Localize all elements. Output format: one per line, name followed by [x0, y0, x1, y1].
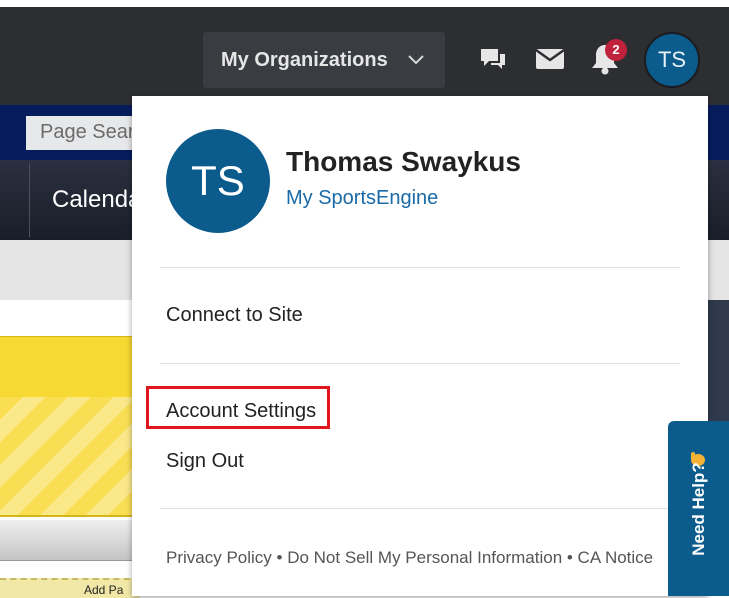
- user-name: Thomas Swaykus: [286, 146, 521, 177]
- add-page-element-label[interactable]: Add Pa: [84, 583, 132, 597]
- sign-out-link[interactable]: Sign Out: [166, 450, 244, 473]
- nav-tab-calendar[interactable]: Calenda: [52, 186, 132, 214]
- my-organizations-button[interactable]: My Organizations: [203, 32, 445, 88]
- notification-badge: 2: [605, 39, 627, 61]
- org-button-label: My Organizations: [221, 48, 388, 71]
- menu-divider: [160, 267, 680, 268]
- page-search-input[interactable]: Page Sear: [26, 116, 132, 150]
- edit-layout-block: [0, 336, 140, 397]
- chat-icon[interactable]: [478, 46, 508, 74]
- top-edge: [0, 0, 729, 7]
- account-settings-link[interactable]: Account Settings: [166, 400, 316, 423]
- need-help-widget[interactable]: Need Help?: [668, 421, 729, 596]
- menu-divider: [160, 363, 680, 364]
- layout-container-bar: [0, 520, 140, 561]
- chevron-down-icon: [408, 55, 424, 65]
- nav-divider: [29, 163, 30, 237]
- mail-icon[interactable]: [535, 47, 565, 71]
- user-avatar-button[interactable]: TS: [644, 32, 700, 88]
- profile-avatar: TS: [166, 129, 270, 233]
- menu-divider: [160, 508, 680, 509]
- footer-links[interactable]: Privacy Policy • Do Not Sell My Personal…: [166, 548, 653, 568]
- my-sportsengine-link[interactable]: My SportsEngine: [286, 187, 438, 210]
- edit-layout-striped-area: [0, 397, 140, 517]
- account-dropdown-menu: TS Thomas Swaykus My SportsEngine Connec…: [132, 96, 708, 596]
- need-help-label: Need Help?: [688, 461, 708, 556]
- connect-to-site-link[interactable]: Connect to Site: [166, 304, 303, 327]
